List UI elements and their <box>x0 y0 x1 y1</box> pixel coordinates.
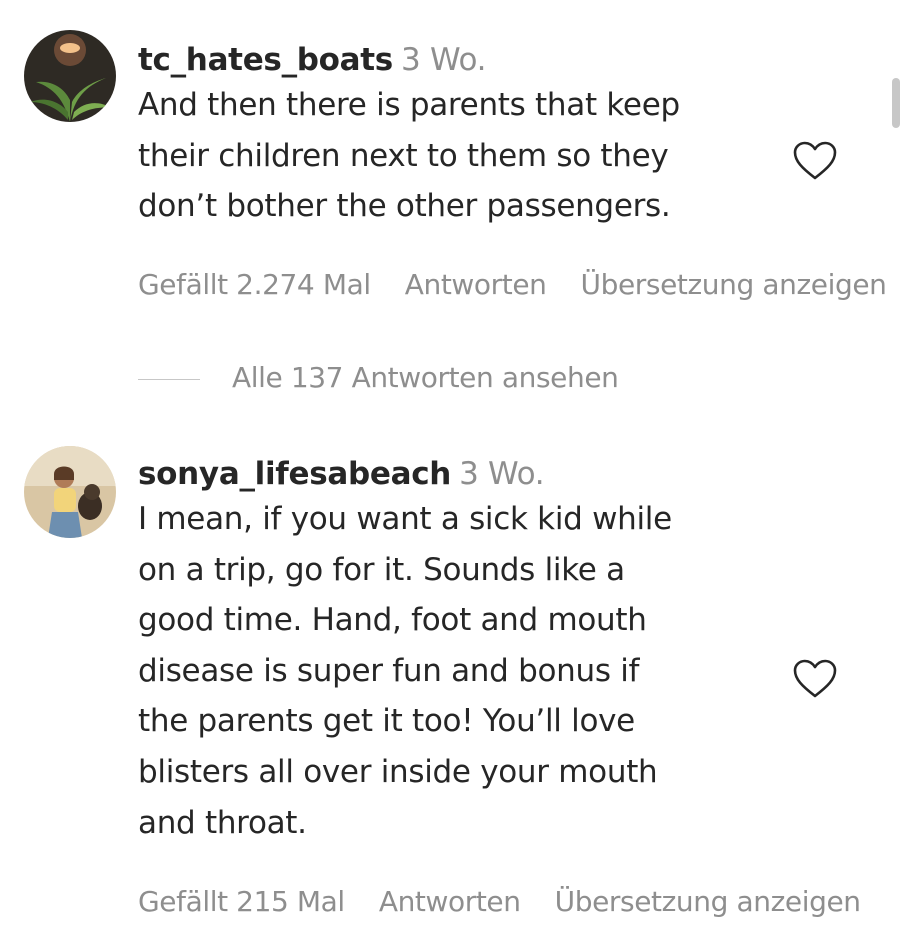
comment-header: tc_hates_boats 3 Wo. <box>138 40 778 80</box>
comment-text-line: on a trip, go for it. Sounds like a <box>138 551 625 588</box>
avatar[interactable] <box>24 446 116 538</box>
comment-text-line: I mean, if you want a sick kid while <box>138 501 672 537</box>
comment-text-line: and throat. <box>138 804 307 841</box>
comment-text-line: don’t bother the other passengers. <box>138 188 671 225</box>
comment-body: sonya_lifesabeach 3 Wo. I mean, if you wa… <box>138 454 778 848</box>
like-heart-icon[interactable] <box>792 140 838 182</box>
reply-button[interactable]: Antworten <box>405 268 547 301</box>
comment-text: And then there is parents that keep thei… <box>138 80 778 232</box>
like-heart-icon[interactable] <box>792 658 838 700</box>
scrollbar-track[interactable] <box>890 0 900 948</box>
view-replies-label: Alle 137 Antworten ansehen <box>232 361 619 394</box>
username[interactable]: sonya_lifesabeach <box>138 456 451 492</box>
comment-body: tc_hates_boats 3 Wo. And then there is pa… <box>138 40 778 232</box>
comment-text: I mean, if you want a sick kid while on … <box>138 494 778 848</box>
comment-text-line: disease is super fun and bonus if <box>138 652 640 689</box>
comment-text-line: the parents get it too! You’ll love <box>138 703 635 740</box>
comment-text-line: good time. Hand, foot and mouth <box>138 602 647 639</box>
translate-button[interactable]: Übersetzung anzeigen <box>581 268 887 301</box>
likes-count-link[interactable]: Gefällt 2.274 Mal <box>138 268 371 301</box>
likes-count-link[interactable]: Gefällt 215 Mal <box>138 885 345 918</box>
username[interactable]: tc_hates_boats <box>138 42 393 78</box>
reply-button[interactable]: Antworten <box>379 885 521 918</box>
comment-text-line: blisters all over inside your mouth <box>138 753 658 790</box>
scrollbar-thumb[interactable] <box>892 78 900 128</box>
comment-actions: Gefällt 2.274 Mal Antworten Übersetzung an… <box>138 265 890 305</box>
translate-button[interactable]: Übersetzung anzeigen <box>555 885 861 918</box>
avatar[interactable] <box>24 30 116 122</box>
comment-text-line: And then there is parents that keep <box>138 87 680 123</box>
replies-divider <box>138 378 200 380</box>
timestamp[interactable]: 3 Wo. <box>459 456 545 492</box>
timestamp[interactable]: 3 Wo. <box>401 42 487 78</box>
comments-panel: tc_hates_boats 3 Wo. And then there is pa… <box>0 0 900 948</box>
view-replies-button[interactable]: Alle 137 Antworten ansehen <box>138 358 619 398</box>
comment-header: sonya_lifesabeach 3 Wo. <box>138 454 778 494</box>
comment-actions: Gefällt 215 Mal Antworten Übersetzung anze… <box>138 882 890 922</box>
comment-text-line: their children next to them so they <box>138 137 669 174</box>
